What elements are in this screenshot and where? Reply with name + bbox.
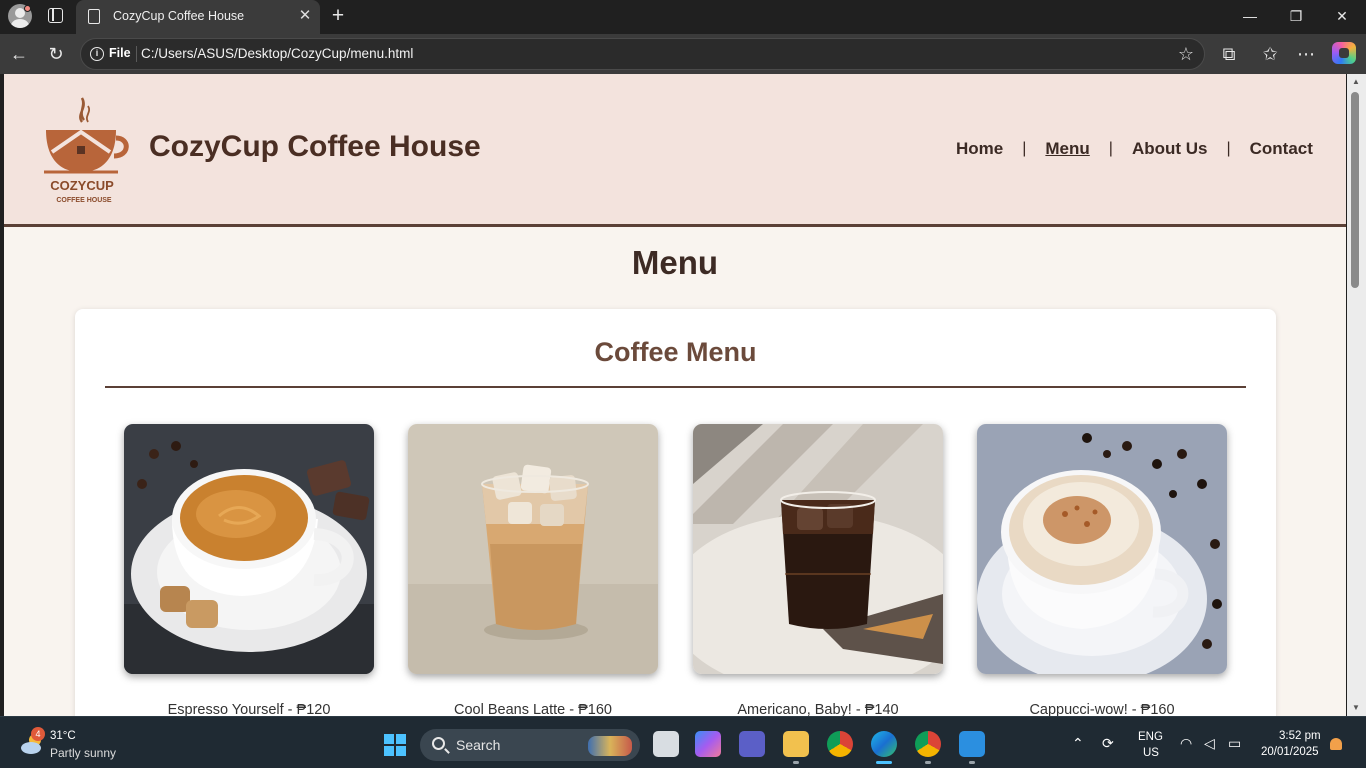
- tab-close-icon[interactable]: ✕: [296, 7, 314, 25]
- refresh-icon[interactable]: ↻: [45, 43, 67, 65]
- clock-time[interactable]: 3:52 pm: [1279, 730, 1321, 742]
- copilot-icon[interactable]: [1332, 42, 1356, 64]
- menu-item-cappuccino[interactable]: Cappucci-wow! - ₱160: [977, 424, 1227, 716]
- nav-separator: |: [1022, 140, 1027, 157]
- page-viewport: COZYCUP COFFEE HOUSE CozyCup Coffee Hous…: [4, 74, 1346, 716]
- more-options-icon[interactable]: ⋯: [1295, 43, 1317, 65]
- logo-subtext: COFFEE HOUSE: [56, 197, 112, 204]
- site-title: CozyCup Coffee House: [149, 130, 481, 163]
- logo-wordmark: COZYCUP: [50, 178, 114, 193]
- app-running-indicator: [925, 761, 931, 764]
- nav-about-link[interactable]: About Us: [1132, 139, 1208, 159]
- favorite-star-icon[interactable]: ☆: [1175, 43, 1197, 65]
- browser-toolbar: ← ↻ i File C:/Users/ASUS/Desktop/CozyCup…: [0, 34, 1366, 74]
- cozycup-logo[interactable]: COZYCUP COFFEE HOUSE: [40, 92, 130, 208]
- cappuccino-photo[interactable]: [977, 424, 1227, 674]
- volume-icon[interactable]: ◁: [1204, 734, 1215, 752]
- page-document-icon: [88, 9, 100, 24]
- keyboard-layout[interactable]: US: [1143, 747, 1159, 759]
- app-active-indicator: [876, 761, 892, 764]
- battery-icon[interactable]: ▭: [1228, 734, 1241, 752]
- page-heading: Menu: [631, 244, 719, 281]
- weather-badge: 4: [31, 727, 45, 741]
- extensions-icon[interactable]: ⧉: [1218, 43, 1240, 65]
- restore-icon[interactable]: ❐: [1286, 6, 1306, 26]
- app-running-indicator: [793, 761, 799, 764]
- file-explorer-icon[interactable]: [783, 731, 809, 757]
- search-highlight-image: [588, 736, 632, 756]
- scrollbar-thumb[interactable]: [1351, 92, 1359, 288]
- minimize-icon[interactable]: —: [1240, 6, 1260, 26]
- vscode-icon[interactable]: [959, 731, 985, 757]
- file-scheme-chip[interactable]: File: [109, 46, 131, 60]
- favorites-icon[interactable]: ✩: [1259, 43, 1281, 65]
- task-view-icon[interactable]: [653, 731, 679, 757]
- page-scrollbar[interactable]: ▲ ▼: [1347, 74, 1366, 716]
- address-bar[interactable]: i File C:/Users/ASUS/Desktop/CozyCup/men…: [80, 38, 1205, 70]
- nav-menu-link[interactable]: Menu: [1045, 139, 1089, 159]
- windows-taskbar: 4 31°C Partly sunny Search ⌃ ⟳ ENG US ◠ …: [0, 716, 1366, 768]
- copilot-app-icon[interactable]: [695, 731, 721, 757]
- nav-separator: |: [1108, 140, 1113, 157]
- item-caption: Cappucci-wow! - ₱160: [1029, 702, 1175, 716]
- item-caption: Cool Beans Latte - ₱160: [454, 702, 612, 716]
- url-text[interactable]: C:/Users/ASUS/Desktop/CozyCup/menu.html: [141, 46, 413, 61]
- site-header: COZYCUP COFFEE HOUSE CozyCup Coffee Hous…: [4, 74, 1346, 227]
- scroll-up-arrow-icon[interactable]: ▲: [1350, 76, 1362, 88]
- iced-latte-photo[interactable]: [408, 424, 658, 674]
- site-info-icon[interactable]: i: [90, 47, 104, 61]
- menu-item-espresso[interactable]: Espresso Yourself - ₱120: [124, 424, 374, 716]
- tab-actions-icon[interactable]: [48, 8, 63, 23]
- edge-icon[interactable]: [871, 731, 897, 757]
- espresso-photo[interactable]: [124, 424, 374, 674]
- search-icon: [432, 737, 445, 750]
- weather-condition[interactable]: Partly sunny: [50, 746, 116, 760]
- chrome-icon[interactable]: [827, 731, 853, 757]
- browser-tab-active[interactable]: CozyCup Coffee House ✕: [76, 0, 320, 34]
- app-running-indicator: [969, 761, 975, 764]
- section-title: Coffee Menu: [594, 337, 757, 367]
- language-indicator[interactable]: ENG: [1138, 731, 1163, 743]
- teams-icon[interactable]: [739, 731, 765, 757]
- notification-bell-icon[interactable]: [1330, 738, 1342, 750]
- windows-start-icon[interactable]: [384, 734, 406, 756]
- item-caption: Americano, Baby! - ₱140: [737, 702, 899, 716]
- temperature[interactable]: 31°C: [50, 730, 76, 742]
- chrome-profile-icon[interactable]: [915, 731, 941, 757]
- nav-contact-link[interactable]: Contact: [1250, 139, 1313, 159]
- show-hidden-icons-icon[interactable]: ⌃: [1072, 734, 1084, 752]
- search-label: Search: [456, 737, 501, 753]
- section-divider: [105, 386, 1246, 388]
- item-caption: Espresso Yourself - ₱120: [167, 702, 331, 716]
- menu-item-iced-latte[interactable]: Cool Beans Latte - ₱160: [408, 424, 658, 716]
- menu-item-americano[interactable]: Americano, Baby! - ₱140: [693, 424, 943, 716]
- back-icon[interactable]: ←: [8, 43, 30, 65]
- coffee-menu-card: Coffee Menu Espresso Yourself - ₱120 Coo…: [75, 309, 1276, 716]
- americano-photo[interactable]: [693, 424, 943, 674]
- clock-date[interactable]: 20/01/2025: [1261, 746, 1319, 758]
- scroll-down-arrow-icon[interactable]: ▼: [1350, 702, 1362, 714]
- sync-icon[interactable]: ⟳: [1102, 734, 1114, 752]
- nav-separator: |: [1226, 140, 1231, 157]
- tab-title: CozyCup Coffee House: [113, 9, 245, 23]
- main-navigation: Home | Menu | About Us | Contact: [956, 138, 1313, 160]
- wifi-icon[interactable]: ◠: [1180, 734, 1192, 752]
- close-window-icon[interactable]: ✕: [1332, 6, 1352, 26]
- nav-home-link[interactable]: Home: [956, 139, 1003, 159]
- new-tab-icon[interactable]: +: [328, 5, 348, 27]
- browser-tab-bar: CozyCup Coffee House ✕ + — ❐ ✕: [0, 0, 1366, 34]
- profile-notification-dot: [24, 5, 31, 12]
- address-divider: [136, 46, 137, 62]
- taskbar-search-box[interactable]: Search: [420, 729, 640, 761]
